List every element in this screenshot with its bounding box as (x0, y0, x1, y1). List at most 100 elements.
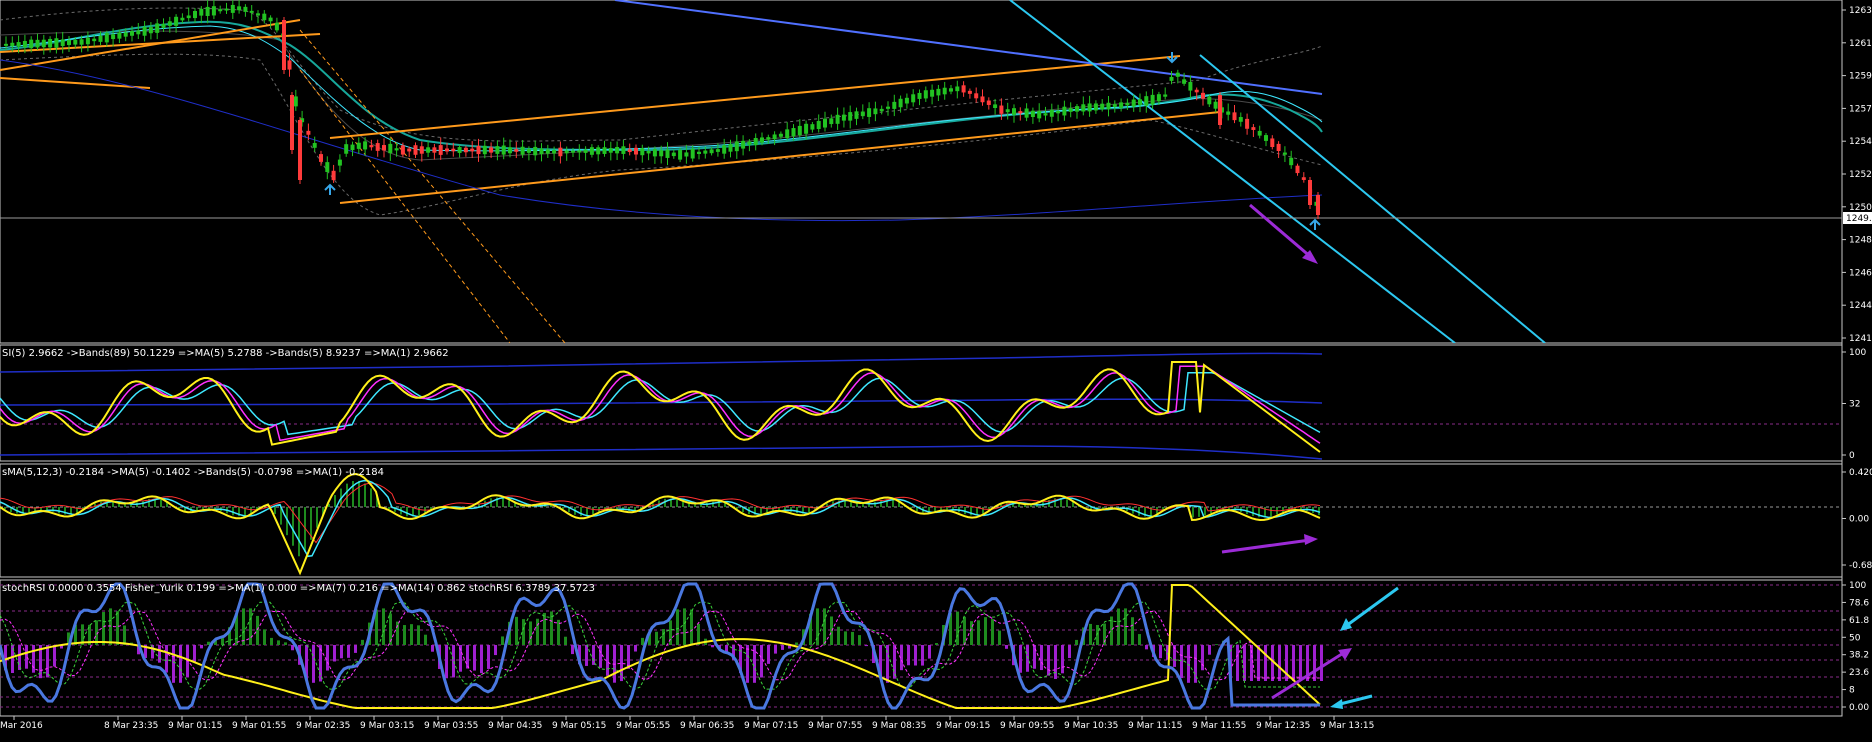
candle-body (42, 40, 46, 47)
main-price-panel[interactable] (0, 0, 1842, 343)
histogram-bar (1210, 507, 1212, 513)
histogram-bar (347, 645, 350, 658)
histogram-bar (403, 625, 406, 645)
candle-body (187, 15, 191, 18)
time-tick-label: 9 Mar 03:15 (360, 721, 414, 731)
axis-tick-label: 23.6 (1849, 668, 1869, 678)
histogram-bar (160, 500, 162, 507)
candle-body (918, 93, 922, 99)
time-tick-label: 9 Mar 12:35 (1256, 721, 1310, 731)
candle-body (149, 27, 153, 33)
histogram-bar (760, 645, 763, 677)
candle-body (1289, 158, 1293, 165)
candle-body (162, 24, 166, 28)
candle-body (1125, 103, 1129, 106)
histogram-bar (291, 645, 294, 650)
histogram-bar (277, 640, 280, 645)
time-tick-label: 9 Mar 05:55 (616, 721, 670, 731)
histogram-bar (634, 645, 637, 652)
axis-tick-label: 1246. (1849, 268, 1872, 278)
histogram-bar (1201, 645, 1204, 670)
candle-body (1018, 111, 1022, 113)
candle-body (464, 148, 468, 153)
purple-up-arrow-icon-2 (1272, 648, 1352, 698)
trading-chart[interactable]: 1263.1261.1259.1257.1254.1252.1250.1248.… (0, 0, 1872, 738)
candle-body (1151, 95, 1155, 105)
histogram-bar (1204, 507, 1206, 515)
candle-body (741, 141, 745, 149)
histogram-bar (928, 645, 931, 659)
panel3-green-dashed (0, 602, 1320, 689)
histogram-bar (880, 500, 882, 507)
candle-body (80, 39, 84, 44)
histogram-bar (1145, 645, 1148, 649)
candle-body (420, 146, 424, 153)
histogram-bar (501, 636, 504, 645)
histogram-bar (431, 645, 434, 652)
candle-body (647, 151, 651, 153)
histogram-bar (316, 507, 318, 528)
histogram-bar (956, 612, 959, 645)
histogram-bar (571, 645, 574, 654)
panel1-lower-band (0, 446, 1322, 459)
histogram-bar (1040, 645, 1043, 670)
candle-body (760, 137, 764, 142)
candle-body (143, 27, 147, 36)
candle-body (924, 90, 928, 98)
histogram-bar (116, 611, 119, 645)
candle-body (810, 124, 814, 129)
candle-body (684, 152, 688, 156)
panel2-content (0, 474, 1842, 573)
candle-body (1012, 108, 1016, 115)
histogram-bar (445, 645, 448, 678)
candle-body (540, 149, 544, 155)
buy-arrow-up-icon-2 (1310, 220, 1320, 230)
candle-body (1025, 108, 1029, 117)
candle-body (886, 107, 890, 109)
candle-body (1170, 77, 1174, 81)
candle-body (1050, 110, 1054, 117)
time-tick-label: 9 Mar 01:15 (168, 721, 222, 731)
histogram-bar (781, 645, 784, 650)
histogram-bar (473, 645, 476, 671)
candle-body (855, 111, 859, 119)
chart-canvas[interactable]: 1263.1261.1259.1257.1254.1252.1250.1248.… (0, 0, 1872, 738)
histogram-bar (907, 645, 910, 665)
histogram-bar (982, 507, 984, 513)
histogram-bar (364, 483, 366, 507)
axis-tick-label: 1261. (1849, 39, 1872, 49)
candle-body (426, 147, 430, 152)
candle-body (502, 146, 506, 155)
candle-body (105, 33, 109, 42)
histogram-bar (284, 642, 287, 645)
candlestick-series[interactable] (4, 0, 1320, 219)
candle-body (1088, 103, 1092, 111)
axis-tick-label: 100 (1849, 581, 1866, 591)
histogram-bar (32, 645, 35, 673)
candle-body (495, 146, 499, 154)
time-tick-label: 9 Mar 03:55 (424, 721, 478, 731)
candle-body (747, 141, 751, 144)
axis-tick-label: 78.6 (1849, 598, 1869, 608)
cyan-arrow-icon-upper (1340, 588, 1398, 631)
histogram-bar (172, 645, 175, 683)
histogram-bar (921, 645, 924, 666)
candle-body (533, 147, 537, 155)
axis-tick-label: -0.683 (1849, 561, 1872, 571)
histogram-bar (1236, 645, 1239, 681)
candle-body (282, 20, 286, 70)
candle-body (1044, 113, 1048, 115)
histogram-bar (196, 507, 198, 511)
histogram-bar (193, 645, 196, 662)
time-tick-label: 9 Mar 04:35 (488, 721, 542, 731)
candle-body (298, 120, 302, 180)
histogram-bar (298, 507, 300, 556)
histogram-bar (767, 645, 770, 664)
time-tick-label: 9 Mar 06:35 (680, 721, 734, 731)
candle-body (290, 95, 294, 150)
candle-body (873, 108, 877, 114)
histogram-bar (1192, 507, 1194, 517)
histogram-bar (823, 608, 826, 645)
histogram-bar (18, 645, 21, 670)
candle-body (936, 89, 940, 96)
